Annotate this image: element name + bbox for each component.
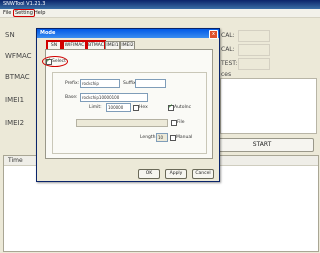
label-wfmac: WFMAC bbox=[5, 52, 32, 60]
label-sn: SN bbox=[5, 31, 15, 39]
label-test: TEST: bbox=[221, 60, 238, 67]
label-imei1: IMEI1 bbox=[5, 96, 25, 104]
test-box bbox=[238, 58, 270, 70]
menu-setting[interactable]: Setting bbox=[13, 9, 35, 17]
label-btmac: BTMAC bbox=[5, 73, 30, 81]
close-icon[interactable]: x bbox=[209, 30, 218, 39]
hex-label: Hex bbox=[139, 105, 148, 110]
cal-2-box bbox=[238, 44, 270, 56]
ok-button[interactable]: OK bbox=[138, 169, 160, 179]
select-label: Select bbox=[52, 59, 66, 64]
limit-label: Limit: bbox=[89, 105, 102, 110]
limit-input[interactable]: 100000 bbox=[106, 103, 131, 112]
autoinc-label: AutoInc bbox=[174, 105, 192, 110]
file-path-bar bbox=[76, 119, 168, 127]
manual-label: Manual bbox=[176, 135, 193, 140]
label-ces: ces bbox=[221, 71, 232, 78]
suffix-input[interactable] bbox=[135, 79, 166, 88]
app-title: SNWTool V1.21.3 bbox=[3, 1, 46, 7]
dialog-title-bar: Mode x bbox=[37, 29, 219, 39]
label-imei2: IMEI2 bbox=[5, 119, 25, 127]
dialog-title: Mode bbox=[40, 30, 56, 36]
mode-dialog: Mode x SN WIFIMAC BTMAC IMEI1 IMEI2 Sele… bbox=[36, 28, 220, 182]
length-label: Length: bbox=[140, 135, 158, 140]
prefix-input[interactable]: rockchip bbox=[80, 79, 120, 88]
prefix-label: Prefix: bbox=[65, 81, 80, 86]
length-input[interactable]: 10 bbox=[156, 133, 168, 142]
label-cal-2: CAL: bbox=[221, 46, 235, 53]
start-button[interactable]: START bbox=[210, 138, 314, 152]
cal-1-box bbox=[238, 30, 270, 42]
menu-file[interactable]: File bbox=[3, 10, 11, 16]
cancel-button[interactable]: Cancel bbox=[192, 169, 214, 179]
apply-button[interactable]: Apply bbox=[165, 169, 187, 179]
base-input[interactable]: rockchip10000100 bbox=[80, 93, 148, 102]
file-label: File bbox=[177, 120, 185, 125]
app-title-bar: SNWTool V1.21.3 bbox=[0, 0, 320, 9]
menu-help[interactable]: Help bbox=[34, 10, 45, 16]
label-cal-1: CAL: bbox=[221, 32, 235, 39]
result-panel bbox=[220, 78, 317, 134]
time-column-header[interactable]: Time bbox=[8, 157, 23, 164]
base-label: Base: bbox=[65, 95, 78, 100]
menu-bar bbox=[0, 9, 320, 18]
